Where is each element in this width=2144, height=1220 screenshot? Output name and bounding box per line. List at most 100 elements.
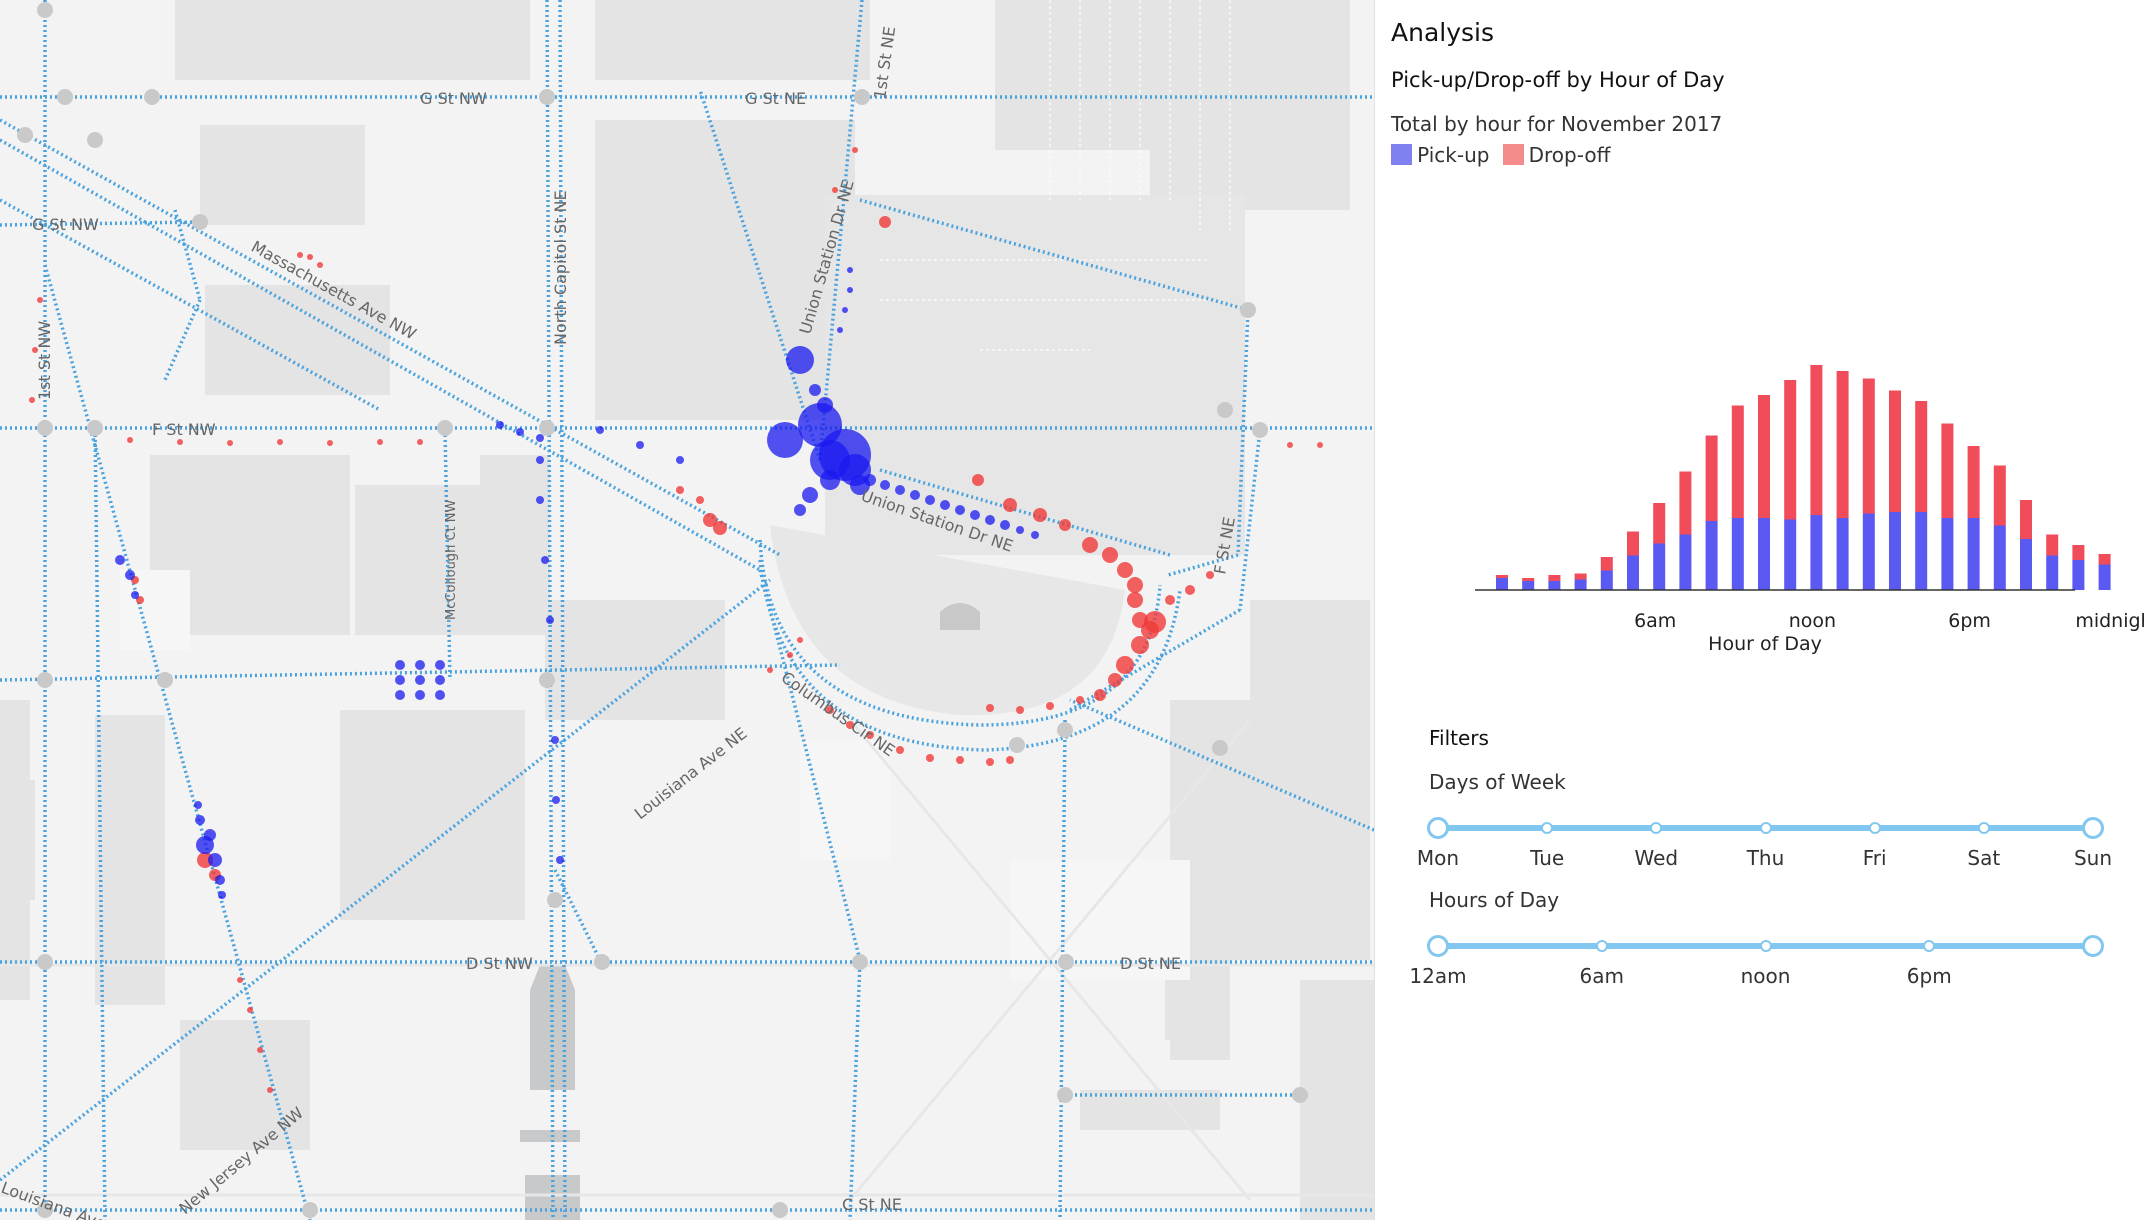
slider-handle[interactable] bbox=[1427, 935, 1449, 957]
bar-dropoff[interactable] bbox=[2020, 500, 2032, 539]
analysis-panel: Analysis Pick-up/Drop-off by Hour of Day… bbox=[1374, 0, 2144, 1220]
bar-pickup[interactable] bbox=[1993, 525, 2006, 591]
hours-filter-label: Hours of Day bbox=[1429, 888, 1560, 912]
bar-pickup[interactable] bbox=[1496, 578, 1508, 590]
bar-dropoff[interactable] bbox=[1993, 465, 2006, 526]
bar-pickup[interactable] bbox=[1967, 518, 1980, 590]
slider-stop bbox=[1541, 822, 1554, 834]
bar-dropoff[interactable] bbox=[1627, 531, 1639, 556]
bar-dropoff[interactable] bbox=[1679, 471, 1692, 535]
hour-of-day-chart[interactable]: 6am noon 6pm midnight Hour of Day bbox=[1375, 270, 2144, 670]
hours-of-day-slider[interactable]: 12am 6am noon 6pm bbox=[1375, 928, 2144, 988]
bar-pickup[interactable] bbox=[1915, 512, 1928, 590]
bar-dropoff[interactable] bbox=[2072, 545, 2085, 560]
slider-tick-label: Sun bbox=[2073, 846, 2113, 870]
bar-dropoff[interactable] bbox=[1810, 365, 1823, 515]
bar-pickup[interactable] bbox=[1731, 518, 1744, 590]
street-label: C St NE bbox=[842, 1195, 902, 1214]
x-axis-label: Hour of Day bbox=[1708, 633, 1822, 655]
bar-pickup[interactable] bbox=[1653, 543, 1666, 591]
legend-swatch-dropoff bbox=[1502, 144, 1524, 165]
bar-pickup[interactable] bbox=[1810, 515, 1823, 590]
bar-pickup[interactable] bbox=[1758, 518, 1770, 590]
x-tick-label: 6am bbox=[1634, 610, 1676, 632]
bar-pickup[interactable] bbox=[1862, 513, 1875, 591]
slider-handle[interactable] bbox=[2082, 935, 2104, 957]
bar-dropoff[interactable] bbox=[1862, 378, 1875, 514]
slider-handle[interactable] bbox=[2082, 817, 2104, 839]
bar-pickup[interactable] bbox=[1548, 581, 1561, 590]
bar-pickup[interactable] bbox=[1679, 534, 1692, 591]
street-label: G St NW bbox=[420, 89, 487, 108]
bar-pickup[interactable] bbox=[1836, 518, 1849, 590]
legend-swatch-pickup bbox=[1391, 144, 1412, 165]
slider-tick-label: 6am bbox=[1579, 964, 1624, 988]
bar-pickup[interactable] bbox=[2046, 555, 2059, 591]
bar-dropoff[interactable] bbox=[1784, 380, 1797, 520]
bar-dropoff[interactable] bbox=[1915, 401, 1928, 512]
street-label: McCollough Ct NW bbox=[444, 500, 459, 620]
map-canvas[interactable]: G St NW G St NE G St NW Massachusetts Av… bbox=[0, 0, 1374, 1220]
days-of-week-slider[interactable]: Mon Tue Wed Thu Fri Sat Sun bbox=[1375, 810, 2144, 870]
street-label: D St NW bbox=[466, 954, 533, 973]
bar-pickup[interactable] bbox=[1889, 512, 1901, 590]
legend-label-pickup: Pick-up bbox=[1417, 143, 1490, 167]
bar-pickup[interactable] bbox=[2020, 539, 2032, 590]
chart-legend: Pick-up Drop-off bbox=[1391, 143, 1610, 167]
bar-dropoff[interactable] bbox=[1967, 446, 1980, 518]
street-label: G St NE bbox=[745, 89, 806, 108]
slider-tick-label: 12am bbox=[1409, 964, 1467, 988]
monument-base bbox=[520, 1130, 580, 1142]
slider-stop bbox=[1595, 940, 1608, 952]
bar-dropoff[interactable] bbox=[1574, 573, 1587, 580]
bar-dropoff[interactable] bbox=[1522, 578, 1535, 581]
panel-title: Analysis bbox=[1391, 18, 1495, 47]
bar-pickup[interactable] bbox=[1784, 519, 1797, 591]
street-label: North Capitol St NE bbox=[551, 190, 570, 345]
bar-pickup[interactable] bbox=[1627, 555, 1639, 591]
bar-pickup[interactable] bbox=[1600, 570, 1613, 591]
bar-pickup[interactable] bbox=[1522, 581, 1535, 590]
x-tick-label: midnight bbox=[2075, 610, 2144, 632]
bar-dropoff[interactable] bbox=[1705, 435, 1718, 522]
bar-dropoff[interactable] bbox=[1731, 405, 1744, 519]
days-filter-label: Days of Week bbox=[1429, 770, 1566, 794]
slider-tick-label: Tue bbox=[1530, 846, 1565, 870]
map-view[interactable]: G St NW G St NE G St NW Massachusetts Av… bbox=[0, 0, 1374, 1220]
bar-pickup[interactable] bbox=[2072, 560, 2085, 590]
bar-dropoff[interactable] bbox=[1941, 423, 1954, 519]
chart-subtitle: Total by hour for November 2017 bbox=[1391, 112, 1723, 136]
street-label: Louisiana Ave NE bbox=[631, 724, 751, 823]
bar-dropoff[interactable] bbox=[1758, 395, 1770, 518]
filters-title: Filters bbox=[1429, 726, 1489, 750]
street-label: D St NE bbox=[1120, 954, 1181, 973]
slider-tick-label: Sat bbox=[1967, 846, 2001, 870]
legend-label-dropoff: Drop-off bbox=[1528, 143, 1611, 167]
slider-stop bbox=[1977, 822, 1990, 834]
slider-tick-label: 6pm bbox=[1906, 964, 1952, 988]
bar-pickup[interactable] bbox=[1574, 579, 1587, 591]
slider-tick-label: noon bbox=[1740, 964, 1791, 988]
bar-pickup[interactable] bbox=[1941, 518, 1954, 590]
bar-dropoff[interactable] bbox=[1836, 371, 1849, 518]
x-tick-label: noon bbox=[1789, 610, 1836, 632]
street-label: 1st St NE bbox=[870, 25, 899, 100]
slider-handle[interactable] bbox=[1427, 817, 1449, 839]
street-label: G St NW bbox=[32, 215, 99, 234]
bar-dropoff[interactable] bbox=[1600, 557, 1613, 571]
bar-dropoff[interactable] bbox=[1496, 575, 1508, 578]
bar-dropoff[interactable] bbox=[2046, 534, 2059, 556]
chart-bars bbox=[1496, 365, 2111, 590]
bar-dropoff[interactable] bbox=[1653, 503, 1666, 544]
bar-dropoff[interactable] bbox=[1889, 390, 1901, 513]
street-label: F St NW bbox=[152, 420, 216, 439]
x-tick-label: 6pm bbox=[1948, 610, 1991, 632]
street-label: 1st St NW bbox=[35, 321, 54, 400]
bar-dropoff[interactable] bbox=[2098, 554, 2111, 565]
slider-stop bbox=[1759, 822, 1772, 834]
bar-pickup[interactable] bbox=[2098, 564, 2111, 591]
slider-stop bbox=[1868, 822, 1881, 834]
bar-pickup[interactable] bbox=[1705, 521, 1718, 590]
slider-tick-label: Fri bbox=[1862, 846, 1887, 870]
bar-dropoff[interactable] bbox=[1548, 575, 1561, 581]
